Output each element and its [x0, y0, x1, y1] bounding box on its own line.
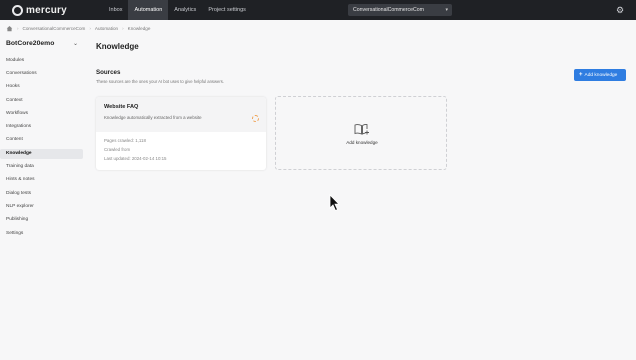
sidebar-item-content[interactable]: Content	[0, 135, 83, 145]
mouse-cursor-icon	[329, 194, 340, 212]
add-knowledge-label: Add knowledge	[584, 73, 618, 78]
page-title: Knowledge	[96, 42, 139, 51]
card-header: Website FAQ Knowledge automatically extr…	[96, 97, 266, 132]
project-select[interactable]: ConversationalCommerceCom ▾	[348, 4, 452, 16]
breadcrumb-separator: ›	[122, 25, 124, 31]
sidebar-item-conversations[interactable]: Conversations	[0, 69, 83, 79]
sidebar-item-training-data[interactable]: Training data	[0, 162, 83, 172]
sidebar-item-hooks[interactable]: Hooks	[0, 82, 83, 92]
breadcrumb-project[interactable]: ConversationalCommerceCom	[23, 26, 86, 31]
nav-item-project-settings[interactable]: Project settings	[202, 0, 252, 20]
spinner-icon	[252, 115, 259, 122]
sidebar-item-dialog-tests[interactable]: Dialog tests	[0, 189, 83, 199]
main-content: Knowledge Sources These sources are the …	[84, 34, 636, 360]
nav-item-analytics[interactable]: Analytics	[168, 0, 202, 20]
sidebar-item-publishing[interactable]: Publishing	[0, 215, 83, 225]
home-icon[interactable]	[6, 25, 13, 32]
bot-name[interactable]: BotCore20emo	[6, 40, 54, 47]
card-title: Website FAQ	[104, 104, 139, 110]
breadcrumb-current: Knowledge	[127, 25, 151, 31]
sidebar-item-context[interactable]: Context	[0, 96, 83, 106]
card-meta-updated: Last updated: 2024-02-14 10:15	[104, 156, 167, 161]
main-nav: Inbox Automation Analytics Project setti…	[103, 0, 252, 20]
nav-item-inbox[interactable]: Inbox	[103, 0, 128, 20]
logo-icon	[12, 4, 23, 16]
project-select-value: ConversationalCommerceCom	[353, 7, 424, 13]
chevron-down-icon: ▾	[445, 7, 448, 13]
top-navigation-bar: mercury Inbox Automation Analytics Proje…	[0, 0, 636, 20]
sidebar-item-workflows[interactable]: Workflows	[0, 109, 83, 119]
gear-icon[interactable]: ⚙	[615, 5, 625, 15]
logo-text: mercury	[26, 4, 67, 16]
sidebar-item-modules[interactable]: Modules	[0, 56, 83, 66]
chevron-down-icon[interactable]: ⌄	[73, 40, 78, 47]
sources-heading: Sources	[96, 69, 121, 76]
add-knowledge-card-label: Add knowledge	[346, 140, 378, 145]
sidebar: BotCore20emo ⌄ Modules Conversations Hoo…	[0, 34, 84, 360]
sidebar-item-hints-notes[interactable]: Hints & notes	[0, 175, 83, 185]
add-knowledge-card[interactable]: Add knowledge	[275, 96, 447, 170]
nav-item-automation[interactable]: Automation	[128, 0, 169, 20]
breadcrumb-automation[interactable]: Automation	[95, 26, 118, 31]
book-plus-icon	[354, 123, 369, 135]
sidebar-item-nlp-explorer[interactable]: NLP explorer	[0, 202, 83, 212]
card-meta-pages: Pages crawled: 1,118	[104, 138, 146, 143]
knowledge-source-card[interactable]: Website FAQ Knowledge automatically extr…	[96, 97, 266, 170]
sources-description: These sources are the ones your AI bot u…	[96, 79, 225, 84]
add-knowledge-button[interactable]: + Add knowledge	[574, 69, 626, 81]
app-logo[interactable]: mercury	[12, 4, 82, 16]
breadcrumb-separator: ›	[17, 25, 19, 31]
card-meta-source: Crawled from	[104, 147, 131, 152]
sidebar-item-knowledge[interactable]: Knowledge	[0, 149, 83, 159]
breadcrumb: › ConversationalCommerceCom › Automation…	[6, 22, 150, 34]
plus-icon: +	[579, 72, 583, 78]
sidebar-item-settings[interactable]: Settings	[0, 229, 83, 239]
breadcrumb-separator: ›	[89, 25, 91, 31]
sidebar-item-integrations[interactable]: Integrations	[0, 122, 83, 132]
card-description: Knowledge automatically extracted from a…	[104, 115, 202, 120]
